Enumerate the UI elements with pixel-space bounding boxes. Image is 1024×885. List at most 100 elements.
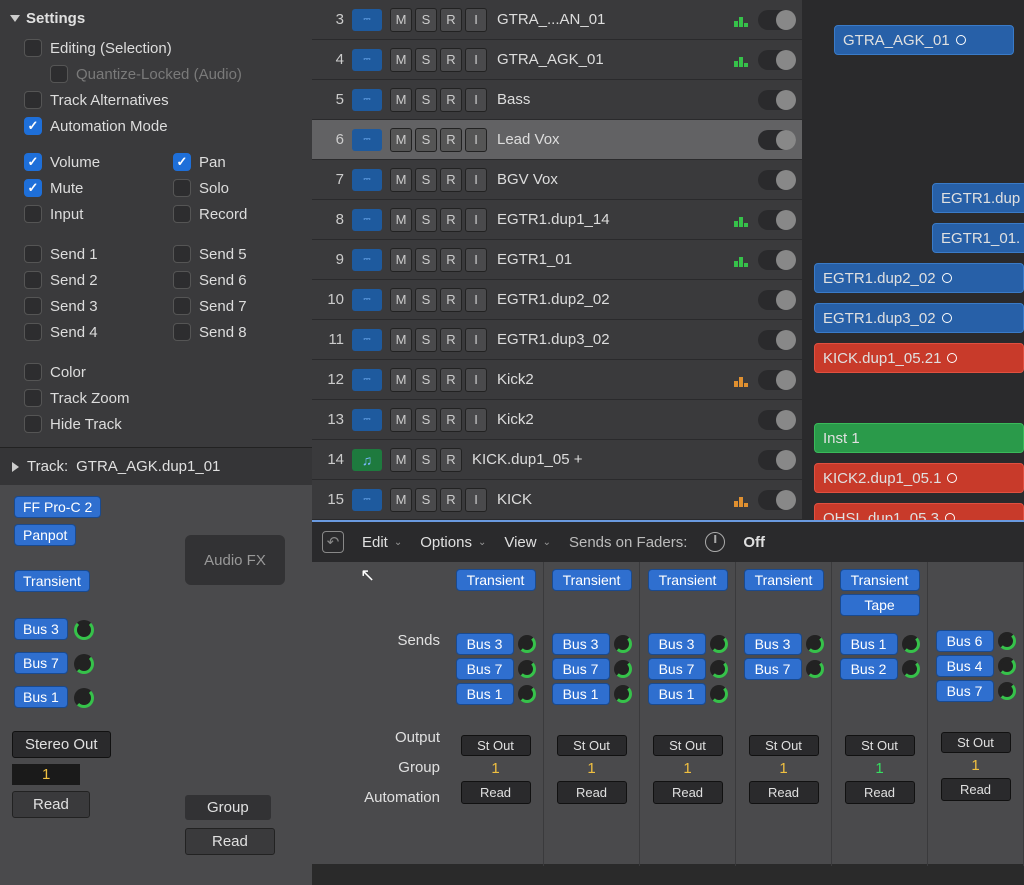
send-knob-icon[interactable] xyxy=(614,635,632,653)
automation-mode[interactable]: Read xyxy=(749,781,819,804)
input-button[interactable]: I xyxy=(465,248,487,272)
send-knob-icon[interactable] xyxy=(518,660,536,678)
checkbox-row[interactable]: Editing (Selection) xyxy=(10,35,302,61)
track-row[interactable]: 13 ⎓ M S R I Kick2 xyxy=(312,400,802,440)
checkbox-icon[interactable] xyxy=(24,245,42,263)
checkbox-row[interactable]: Solo xyxy=(159,175,302,201)
checkbox-icon[interactable] xyxy=(173,245,191,263)
record-button[interactable]: R xyxy=(440,208,462,232)
solo-button[interactable]: S xyxy=(415,328,437,352)
mute-button[interactable]: M xyxy=(390,88,412,112)
enable-toggle[interactable] xyxy=(758,10,796,30)
mixer-channel[interactable]: Transient Bus 3Bus 7Bus 1 St Out 1 Read xyxy=(640,562,736,866)
mixer-channel[interactable]: Bus 6Bus 4Bus 7 St Out 1 Read xyxy=(928,562,1024,866)
send-slot[interactable]: Bus 1 xyxy=(648,683,706,705)
audio-icon[interactable]: ⎓ xyxy=(352,329,382,351)
record-button[interactable]: R xyxy=(440,288,462,312)
insert-slot[interactable]: Transient xyxy=(456,569,536,591)
send-knob-icon[interactable] xyxy=(518,685,536,703)
insert-slot[interactable]: Tape xyxy=(840,594,920,616)
region[interactable]: EGTR1.dup3_02 xyxy=(814,303,1024,333)
send-slot[interactable]: Bus 7 xyxy=(552,658,610,680)
send-slot[interactable]: Bus 3 xyxy=(552,633,610,655)
track-row[interactable]: 14 ♫ M S R KICK.dup1_05 + xyxy=(312,440,802,480)
output-slot[interactable]: St Out xyxy=(749,735,819,756)
mute-button[interactable]: M xyxy=(390,448,412,472)
checkbox-icon[interactable] xyxy=(24,91,42,109)
send-knob-icon[interactable] xyxy=(998,632,1016,650)
insert-slot[interactable]: Transient xyxy=(648,569,728,591)
input-button[interactable]: I xyxy=(465,328,487,352)
audio-icon[interactable]: ⎓ xyxy=(352,289,382,311)
enable-toggle[interactable] xyxy=(758,210,796,230)
input-button[interactable]: I xyxy=(465,488,487,512)
send-slot[interactable]: Bus 4 xyxy=(936,655,994,677)
send-knob-icon[interactable] xyxy=(806,635,824,653)
track-row[interactable]: 4 ⎓ M S R I GTRA_AGK_01 xyxy=(312,40,802,80)
settings-header[interactable]: Settings xyxy=(10,10,302,27)
audio-icon[interactable]: ⎓ xyxy=(352,9,382,31)
checkbox-row[interactable]: Record xyxy=(159,201,302,227)
enable-toggle[interactable] xyxy=(758,90,796,110)
send-slot[interactable]: Bus 1 xyxy=(552,683,610,705)
record-button[interactable]: R xyxy=(440,88,462,112)
checkbox-icon[interactable] xyxy=(173,323,191,341)
region[interactable]: KICK.dup1_05.21 xyxy=(814,343,1024,373)
track-row[interactable]: 12 ⎓ M S R I Kick2 xyxy=(312,360,802,400)
record-button[interactable]: R xyxy=(440,368,462,392)
checkbox-icon[interactable] xyxy=(24,297,42,315)
track-row[interactable]: 10 ⎓ M S R I EGTR1.dup2_02 xyxy=(312,280,802,320)
checkbox-icon[interactable] xyxy=(24,117,42,135)
mute-button[interactable]: M xyxy=(390,328,412,352)
audio-icon[interactable]: ⎓ xyxy=(352,89,382,111)
record-button[interactable]: R xyxy=(440,448,462,472)
checkbox-row[interactable]: Send 4 xyxy=(10,319,153,345)
input-button[interactable]: I xyxy=(465,368,487,392)
record-button[interactable]: R xyxy=(440,488,462,512)
send-slot[interactable]: Bus 3 xyxy=(744,633,802,655)
enable-toggle[interactable] xyxy=(758,370,796,390)
input-button[interactable]: I xyxy=(465,208,487,232)
edit-menu[interactable]: Edit⌄ xyxy=(362,534,402,551)
region[interactable]: Inst 1 xyxy=(814,423,1024,453)
checkbox-row[interactable]: Track Zoom xyxy=(10,385,302,411)
checkbox-row[interactable]: Send 3 xyxy=(10,293,153,319)
checkbox-icon[interactable] xyxy=(24,415,42,433)
checkbox-row[interactable]: Automation Mode xyxy=(10,113,302,139)
solo-button[interactable]: S xyxy=(415,248,437,272)
audio-icon[interactable]: ⎓ xyxy=(352,169,382,191)
enable-toggle[interactable] xyxy=(758,490,796,510)
checkbox-icon[interactable] xyxy=(50,65,68,83)
send-slot[interactable]: Bus 1 xyxy=(14,686,68,708)
automation-mode[interactable]: Read xyxy=(941,778,1011,801)
checkbox-icon[interactable] xyxy=(173,297,191,315)
group-slot[interactable]: Group xyxy=(185,795,271,820)
mute-button[interactable]: M xyxy=(390,288,412,312)
checkbox-row[interactable]: Color xyxy=(10,359,302,385)
enable-toggle[interactable] xyxy=(758,330,796,350)
send-knob-icon[interactable] xyxy=(710,685,728,703)
checkbox-row[interactable]: Pan xyxy=(159,149,302,175)
track-row[interactable]: 6 ⎓ M S R I Lead Vox xyxy=(312,120,802,160)
enable-toggle[interactable] xyxy=(758,170,796,190)
checkbox-icon[interactable] xyxy=(24,323,42,341)
checkbox-row[interactable]: Input xyxy=(10,201,153,227)
send-knob-icon[interactable] xyxy=(518,635,536,653)
automation-mode[interactable]: Read xyxy=(12,791,90,818)
mixer-channel[interactable]: Transient Bus 3Bus 7 St Out 1 Read xyxy=(736,562,832,866)
solo-button[interactable]: S xyxy=(415,8,437,32)
automation-mode[interactable]: Read xyxy=(557,781,627,804)
send-knob-icon[interactable] xyxy=(710,660,728,678)
group-value[interactable]: 1 xyxy=(740,760,827,777)
input-button[interactable]: I xyxy=(465,168,487,192)
record-button[interactable]: R xyxy=(440,248,462,272)
region[interactable]: EGTR1.dup xyxy=(932,183,1024,213)
plugin-slot[interactable]: Panpot xyxy=(14,524,76,546)
solo-button[interactable]: S xyxy=(415,448,437,472)
checkbox-row[interactable]: Quantize-Locked (Audio) xyxy=(10,61,302,87)
checkbox-row[interactable]: Send 2 xyxy=(10,267,153,293)
checkbox-icon[interactable] xyxy=(173,179,191,197)
solo-button[interactable]: S xyxy=(415,208,437,232)
send-slot[interactable]: Bus 3 xyxy=(456,633,514,655)
mute-button[interactable]: M xyxy=(390,248,412,272)
